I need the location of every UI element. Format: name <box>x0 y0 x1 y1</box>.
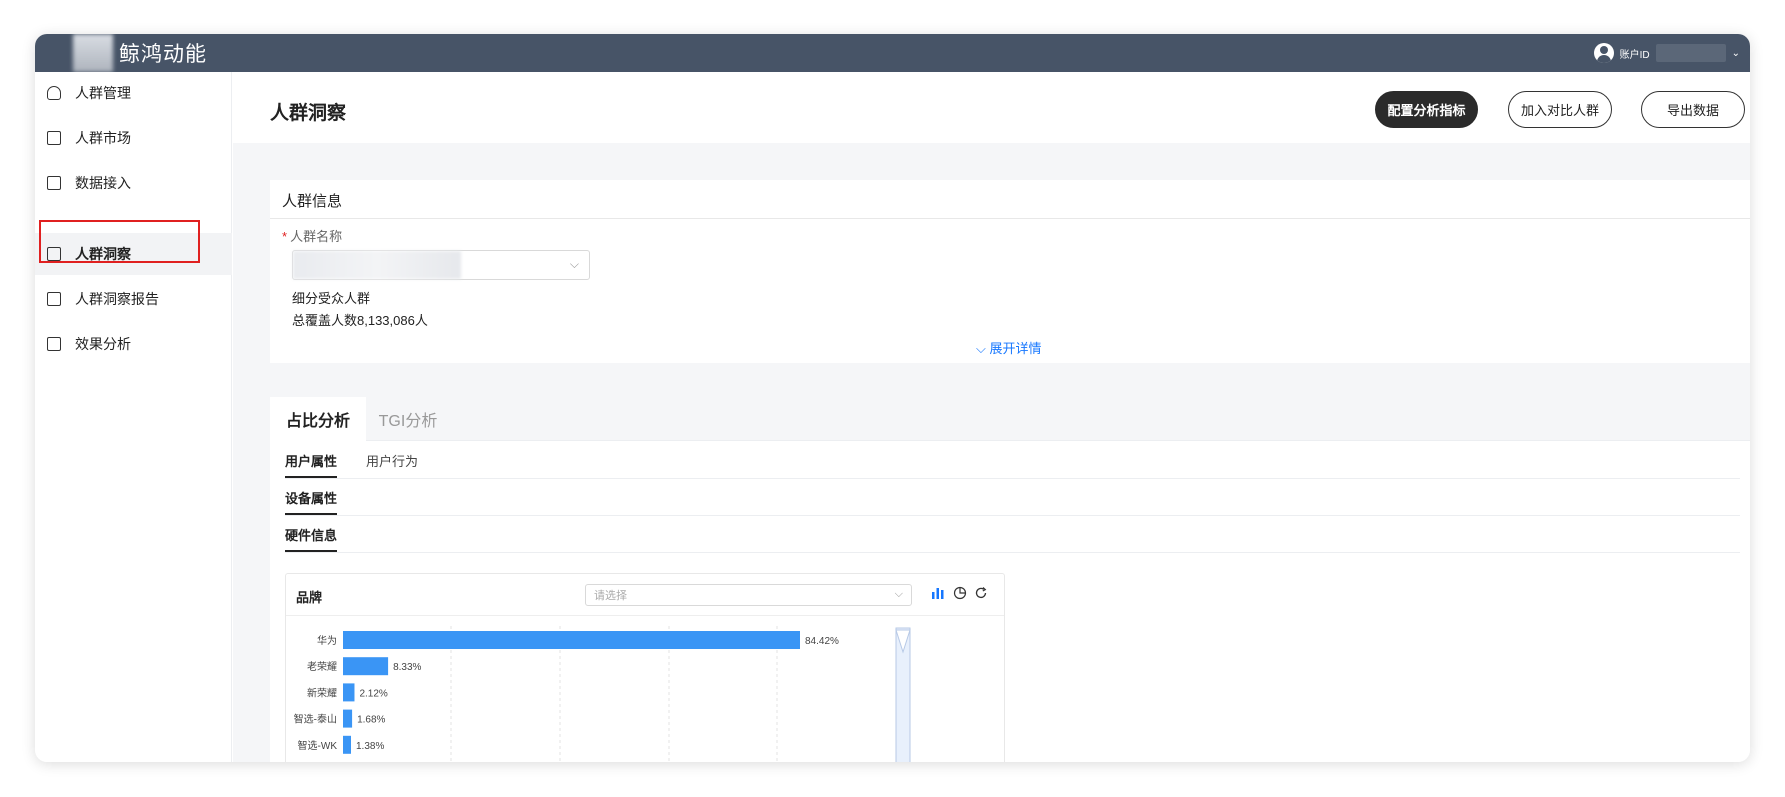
divider <box>285 552 1740 553</box>
audience-info-card: 人群信息 * 人群名称 ⌵ 细分受众人群 总覆盖人数8,133,086人 ⌵ 展开… <box>270 180 1750 363</box>
tab-tgi[interactable]: TGI分析 <box>366 397 450 441</box>
data-icon <box>47 176 61 190</box>
sidebar-item-effect-analysis[interactable]: 效果分析 <box>35 323 232 365</box>
chevron-down-icon: ⌄ <box>1731 47 1740 59</box>
analysis-card: 占比分析 TGI分析 用户属性 用户行为 设备属性 硬件信息 品牌 请选择 ⌵ <box>270 397 1750 762</box>
table-icon <box>47 337 61 351</box>
page-title: 人群洞察 <box>270 103 347 124</box>
subtab-user-attributes[interactable]: 用户属性 <box>285 451 338 478</box>
account-menu[interactable]: 账户ID ⌄ <box>1593 34 1740 72</box>
divider <box>285 515 1740 516</box>
logo <box>73 34 113 72</box>
bar[interactable] <box>343 657 389 676</box>
sidebar-item-audience-market[interactable]: 人群市场 <box>35 117 232 159</box>
category-label: 华为 <box>317 634 337 647</box>
bar[interactable] <box>343 735 351 754</box>
audience-type: 细分受众人群 <box>292 291 371 306</box>
sidebar-item-data-access[interactable]: 数据接入 <box>35 162 232 204</box>
value-label: 2.12% <box>359 688 387 699</box>
user-avatar-icon <box>1593 43 1614 63</box>
section-title: 人群信息 <box>282 193 343 210</box>
configure-metrics-button[interactable]: 配置分析指标 <box>1375 91 1478 128</box>
category-label: 老荣耀 <box>307 660 337 673</box>
group-hardware-info[interactable]: 硬件信息 <box>285 525 338 552</box>
account-id-redacted <box>1655 44 1726 62</box>
subtab-user-behavior[interactable]: 用户行为 <box>366 451 418 470</box>
top-bar: 鲸鸿动能 账户ID ⌄ <box>35 34 1750 72</box>
insight-icon <box>47 247 61 261</box>
tab-proportion[interactable]: 占比分析 <box>270 397 366 441</box>
sidebar-item-label: 人群市场 <box>75 130 131 146</box>
sidebar-item-label: 人群洞察 <box>75 246 131 262</box>
sidebar-item-label: 数据接入 <box>75 175 131 191</box>
value-label: 84.42% <box>805 636 839 647</box>
main-content: 人群洞察 配置分析指标 加入对比人群 导出数据 人群信息 * 人群名称 ⌵ 细分受… <box>233 72 1750 762</box>
report-icon <box>47 292 61 306</box>
required-mark: * <box>282 229 288 244</box>
redacted-value <box>293 251 461 279</box>
value-label: 1.38% <box>356 741 384 752</box>
person-icon <box>47 86 61 100</box>
bar[interactable] <box>343 683 355 702</box>
sidebar-item-label: 人群管理 <box>75 85 131 101</box>
group-device-attributes[interactable]: 设备属性 <box>285 488 338 515</box>
app-window: 鲸鸿动能 账户ID ⌄ 人群管理 人群市场 数据接入 人群洞察 人群洞察报告 效… <box>35 34 1750 762</box>
add-compare-audience-button[interactable]: 加入对比人群 <box>1508 91 1612 128</box>
brand-bar-chart: 华为 84.42% 老荣耀 8.33% 新荣耀 2.12% 智选-泰山 1.68% 智选-WK 1… <box>294 626 911 762</box>
market-icon <box>47 131 61 145</box>
bar[interactable] <box>343 631 800 649</box>
category-label: 智选-泰山 <box>294 713 337 726</box>
chevron-down-icon: ⌵ <box>569 257 579 271</box>
brand-name: 鲸鸿动能 <box>119 43 207 66</box>
divider <box>285 478 1740 479</box>
divider <box>270 218 1750 219</box>
sidebar-item-label: 人群洞察报告 <box>75 291 159 307</box>
category-label: 新荣耀 <box>307 686 337 699</box>
account-label: 账户ID <box>1619 49 1650 61</box>
category-label: 智选-WK <box>298 739 338 752</box>
value-label: 8.33% <box>393 662 421 673</box>
sidebar-item-insight-report[interactable]: 人群洞察报告 <box>35 278 232 320</box>
expand-details-link[interactable]: ⌵ 展开详情 <box>976 338 1041 357</box>
chevron-down-icon: ⌵ <box>976 341 990 356</box>
analysis-tabs: 占比分析 TGI分析 <box>270 397 1750 441</box>
bar[interactable] <box>343 709 353 728</box>
page-header: 人群洞察 配置分析指标 加入对比人群 导出数据 <box>233 72 1750 143</box>
sidebar-item-label: 效果分析 <box>75 336 131 352</box>
sidebar: 人群管理 人群市场 数据接入 人群洞察 人群洞察报告 效果分析 <box>35 72 232 762</box>
value-label: 1.68% <box>357 715 385 726</box>
sidebar-item-audience-insight[interactable]: 人群洞察 <box>35 233 232 275</box>
audience-name-select[interactable]: ⌵ <box>292 250 590 280</box>
coverage-count: 总覆盖人数8,133,086人 <box>292 313 428 328</box>
sidebar-item-audience-management[interactable]: 人群管理 <box>35 72 232 114</box>
export-data-button[interactable]: 导出数据 <box>1641 91 1745 128</box>
brand-chart-card: 品牌 请选择 ⌵ 华为 84.42% 老荣耀 8.33% 新荣耀 2.12% 智选-泰山 1.… <box>285 573 1005 762</box>
audience-name-label: * 人群名称 <box>282 229 343 244</box>
